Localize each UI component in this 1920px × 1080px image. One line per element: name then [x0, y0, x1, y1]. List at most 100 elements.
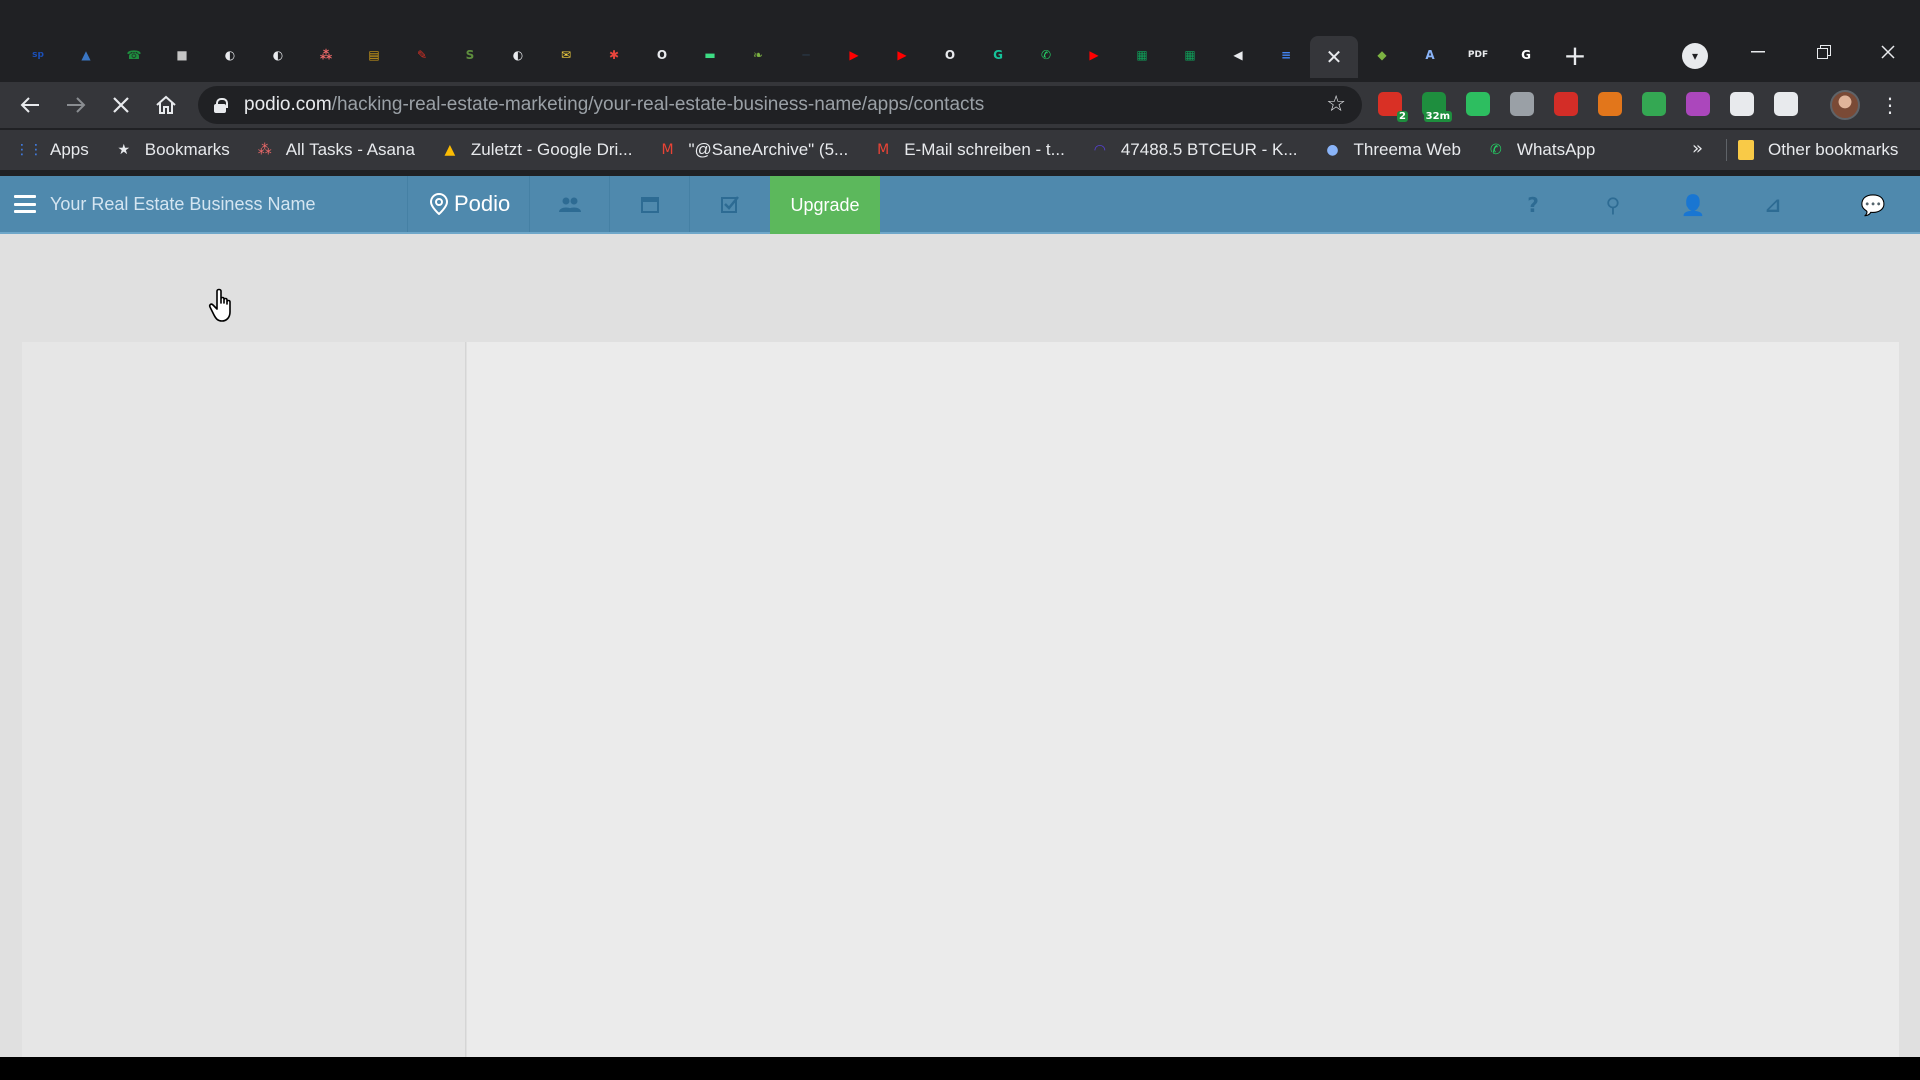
hamburger-menu-icon[interactable]	[14, 195, 36, 213]
address-bar[interactable]: podio.com/hacking-real-estate-marketing/…	[198, 86, 1362, 124]
browser-tab[interactable]: ⁂	[302, 35, 350, 75]
tab-close-icon[interactable]: ✕	[1326, 45, 1343, 69]
browser-tab[interactable]: ─	[782, 35, 830, 75]
browser-tab[interactable]: S	[446, 35, 494, 75]
calendar-nav-button[interactable]	[609, 176, 689, 232]
user-menu-icon[interactable]: 👤	[1678, 190, 1708, 220]
upgrade-button[interactable]: Upgrade	[770, 176, 880, 234]
browser-tab[interactable]: ▶	[830, 35, 878, 75]
chat-icon[interactable]: 💬	[1858, 190, 1888, 220]
bookmarks-overflow-button[interactable]: »	[1692, 138, 1703, 159]
minimize-button[interactable]	[1738, 38, 1778, 66]
browser-tab[interactable]: ◐	[494, 35, 542, 75]
browser-tab[interactable]: sp	[14, 35, 62, 75]
gmail-icon: M	[661, 142, 674, 158]
contacts-icon	[558, 197, 581, 212]
stop-loading-button[interactable]	[105, 89, 137, 121]
browser-tab[interactable]: ◆	[1358, 35, 1406, 75]
sheets-icon: ▦	[1136, 48, 1148, 62]
bookmark-item[interactable]: M "@SaneArchive" (5...	[658, 140, 848, 160]
metamask-ext-icon[interactable]	[1598, 92, 1622, 116]
tasks-nav-button[interactable]	[689, 176, 769, 232]
asana-icon: ⁂	[319, 48, 333, 62]
color-ext-icon[interactable]	[1686, 92, 1710, 116]
phone-icon: ☎	[126, 48, 142, 62]
bookmarks-bar: ⋮⋮ Apps ★ Bookmarks ⁂ All Tasks - Asana ▲ Zulet…	[0, 130, 1920, 170]
podio-logo[interactable]: Podio	[407, 176, 527, 232]
browser-tab[interactable]: G	[974, 35, 1022, 75]
browser-tab[interactable]: ■	[158, 35, 206, 75]
bookmark-item[interactable]: ⁂ All Tasks - Asana	[256, 140, 415, 160]
back-button[interactable]	[14, 89, 46, 121]
translate-icon: A	[1425, 48, 1435, 62]
restore-button[interactable]	[1804, 38, 1844, 66]
contacts-nav-button[interactable]	[529, 176, 609, 232]
browser-tab[interactable]: ✉	[542, 35, 590, 75]
search-icon[interactable]: ⚲	[1598, 190, 1628, 220]
browser-tab[interactable]: ◐	[254, 35, 302, 75]
browser-tab[interactable]: ▦	[1118, 35, 1166, 75]
browser-tab[interactable]: ▦	[1166, 35, 1214, 75]
bookmark-item[interactable]: ⋮⋮ Apps	[15, 140, 89, 160]
browser-tab[interactable]: A	[1406, 35, 1454, 75]
puzzle-icon[interactable]	[1730, 92, 1754, 116]
bookmark-star-icon[interactable]: ☆	[1326, 92, 1346, 117]
evernote-ext-icon[interactable]	[1466, 92, 1490, 116]
workspace-name[interactable]: Your Real Estate Business Name	[50, 194, 315, 215]
bookmarks-separator	[1726, 139, 1727, 161]
browser-tab[interactable]: ◀	[1214, 35, 1262, 75]
bookmark-item[interactable]: ◠ 47488.5 BTCEUR - K...	[1091, 140, 1298, 160]
bookmark-item[interactable]: M E-Mail schreiben - t...	[874, 140, 1065, 160]
browser-tab-active[interactable]: ✕	[1310, 36, 1358, 78]
minimize-icon	[1751, 51, 1765, 53]
browser-menu-icon[interactable]: ⋮	[1880, 90, 1900, 120]
browser-tab[interactable]: ✆	[1022, 35, 1070, 75]
lastpass-ext-icon[interactable]	[1554, 92, 1578, 116]
tab-search-button[interactable]: ▾	[1682, 43, 1708, 69]
browser-tab[interactable]: ≡	[1262, 35, 1310, 75]
browser-tab[interactable]: G	[1502, 35, 1550, 75]
close-window-button[interactable]	[1868, 38, 1908, 66]
speaker-icon: ◀	[1233, 48, 1243, 62]
home-button[interactable]	[150, 89, 182, 121]
browser-tab[interactable]: ▤	[350, 35, 398, 75]
bookmark-item[interactable]: ✆ WhatsApp	[1487, 140, 1595, 160]
browser-tab[interactable]: ✱	[590, 35, 638, 75]
browser-tab[interactable]: ▶	[1070, 35, 1118, 75]
forward-button[interactable]	[60, 89, 92, 121]
dash-icon: ─	[802, 48, 810, 62]
new-tab-button[interactable]: +	[1556, 36, 1594, 74]
bookmark-item[interactable]: ● Threema Web	[1324, 140, 1461, 160]
globe-icon: ◐	[272, 48, 284, 62]
youtube-icon: ▶	[1089, 48, 1099, 62]
url-text[interactable]: podio.com/hacking-real-estate-marketing/…	[244, 94, 984, 116]
browser-tab[interactable]: O	[638, 35, 686, 75]
grid-ext-icon[interactable]	[1642, 92, 1666, 116]
browser-tab[interactable]: ▬	[686, 35, 734, 75]
browser-tab[interactable]: ☎	[110, 35, 158, 75]
timer-ext-icon[interactable]: 32m	[1422, 92, 1452, 122]
browser-tab[interactable]: O	[926, 35, 974, 75]
calendar-ext-icon[interactable]: 2	[1378, 92, 1408, 122]
activity-icon[interactable]: ⊿	[1758, 190, 1788, 220]
browser-tab[interactable]: ▲	[62, 35, 110, 75]
help-icon[interactable]: ?	[1518, 190, 1548, 220]
browser-tab[interactable]: PDF	[1454, 35, 1502, 75]
sp-icon: sp	[32, 49, 44, 60]
book-icon: ▤	[368, 48, 380, 62]
profile-avatar[interactable]	[1830, 90, 1860, 120]
pocket-ext-icon[interactable]	[1510, 92, 1534, 116]
bookmark-item[interactable]: ▲ Zuletzt - Google Dri...	[441, 140, 633, 160]
bookmark-item[interactable]: ★ Bookmarks	[115, 140, 229, 160]
kraken-icon: ◠	[1093, 142, 1106, 158]
browser-tab[interactable]: ❧	[734, 35, 782, 75]
asana-icon: ⁂	[257, 142, 272, 158]
browser-tab[interactable]: ◐	[206, 35, 254, 75]
playlist-icon[interactable]	[1774, 92, 1798, 116]
browser-tab[interactable]: ▶	[878, 35, 926, 75]
other-bookmarks-folder[interactable]: Other bookmarks	[1738, 130, 1898, 170]
browser-tab[interactable]: ✎	[398, 35, 446, 75]
forward-arrow-icon	[67, 97, 86, 113]
hand-cursor-icon	[208, 288, 231, 322]
home-icon	[156, 95, 176, 114]
